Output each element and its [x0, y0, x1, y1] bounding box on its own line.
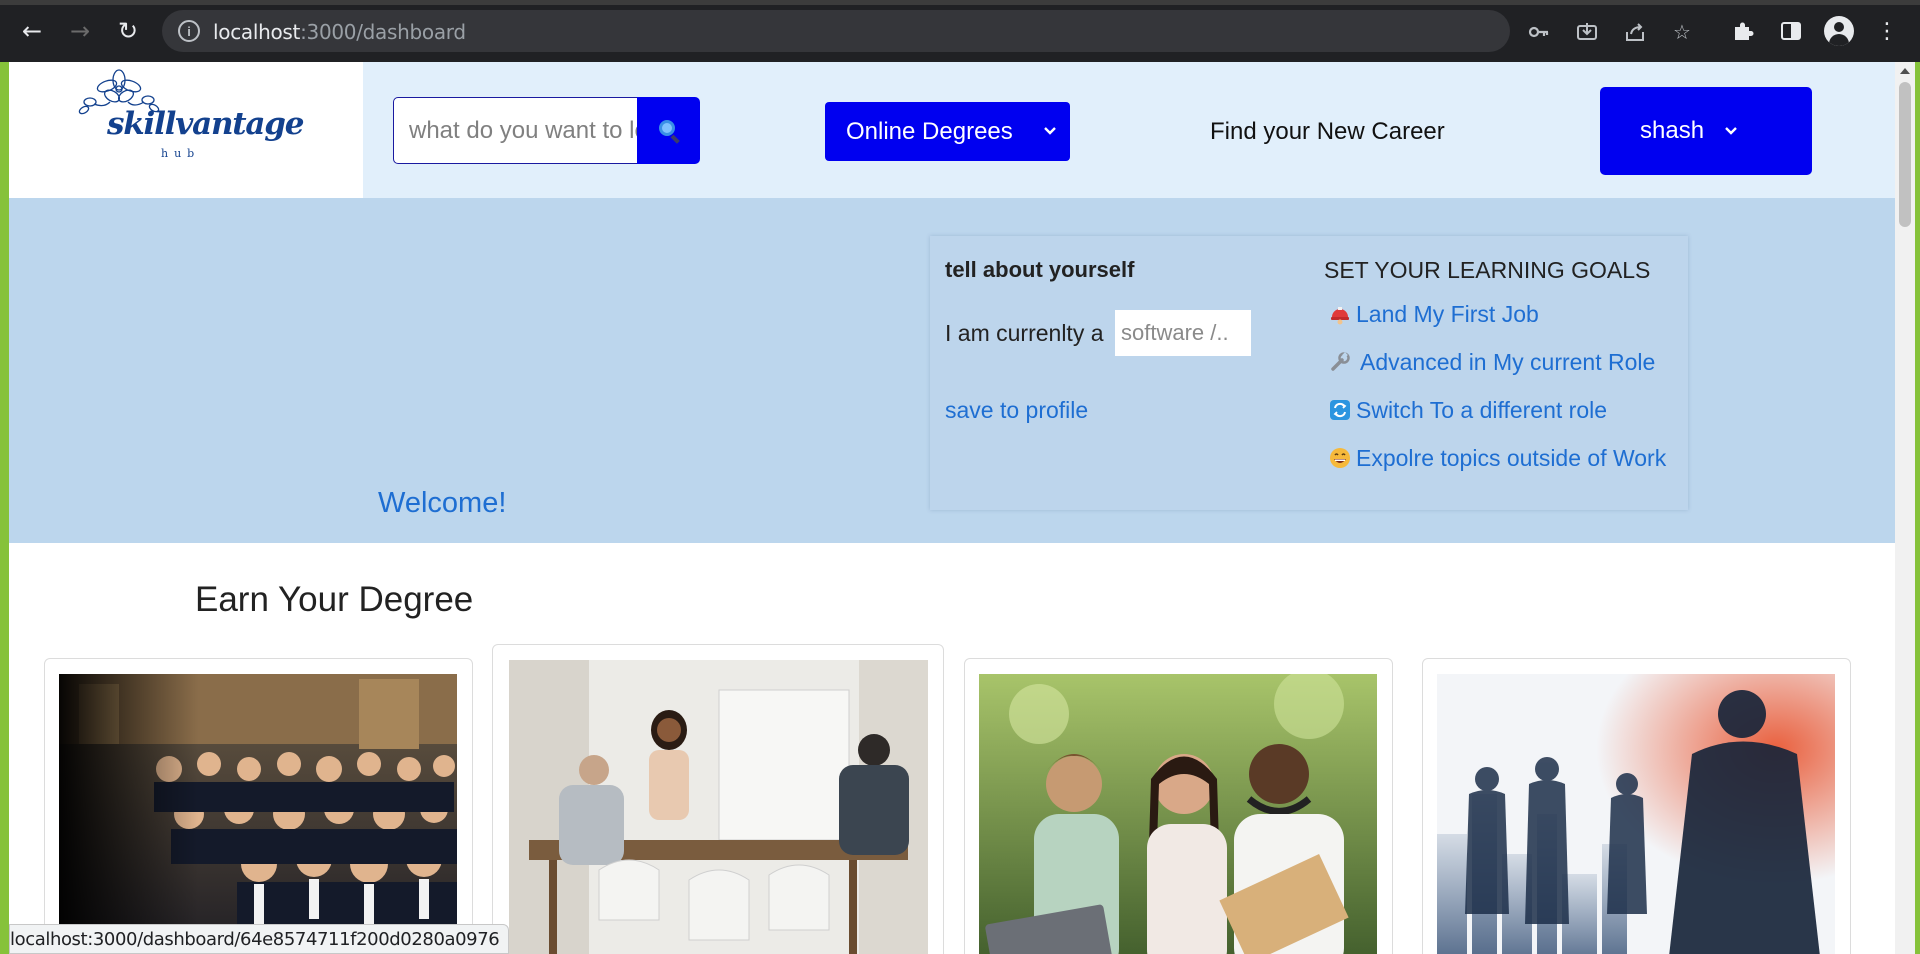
profile-avatar-icon[interactable]	[1824, 16, 1854, 46]
extensions-puzzle-icon[interactable]	[1726, 14, 1760, 48]
url-host: localhost	[213, 20, 301, 44]
page-scrollbar[interactable]	[1895, 62, 1915, 954]
wrench-icon	[1328, 350, 1352, 374]
profile-goals-card: tell about yourself I am currenlty a sav…	[930, 236, 1688, 510]
search-icon	[657, 119, 681, 144]
welcome-text: Welcome!	[378, 487, 507, 519]
side-panel-icon[interactable]	[1774, 14, 1808, 48]
find-career-link[interactable]: Find your New Career	[1210, 118, 1445, 146]
url-path: :3000/dashboard	[300, 20, 466, 44]
share-icon[interactable]	[1622, 19, 1648, 45]
key-icon[interactable]	[1526, 19, 1552, 45]
scroll-up-arrow-icon[interactable]	[1900, 68, 1910, 74]
window-top-border	[0, 0, 1920, 5]
degree-card[interactable]	[964, 658, 1393, 954]
browser-toolbar: ← → ↻ i localhost:3000/dashboard ☆ ⋮	[0, 0, 1920, 62]
business-silhouettes-image	[1437, 674, 1835, 954]
url-text[interactable]: localhost:3000/dashboard	[213, 20, 466, 44]
graduation-crowd-image	[59, 674, 457, 954]
address-bar[interactable]: i localhost:3000/dashboard ☆	[162, 10, 1691, 52]
degree-card[interactable]	[44, 658, 473, 954]
reload-icon[interactable]: ↻	[111, 14, 145, 48]
goal-label: Land My First Job	[1356, 300, 1539, 327]
online-degrees-label: Online Degrees	[846, 117, 1013, 145]
smile-icon	[1328, 446, 1352, 470]
goal-advance-current-role[interactable]: Advanced in My current Role	[1328, 347, 1655, 377]
current-role-label: I am currenlty a	[945, 320, 1104, 346]
hero-section: Welcome! tell about yourself I am curren…	[9, 198, 1895, 543]
chevron-down-icon	[1724, 124, 1742, 138]
goal-switch-role[interactable]: Switch To a different role	[1328, 395, 1607, 425]
goal-land-first-job[interactable]: Land My First Job	[1328, 299, 1539, 329]
page-viewport: skillvantage hub Online Degrees Find you…	[9, 62, 1895, 954]
search-button[interactable]	[637, 97, 700, 164]
online-degrees-dropdown[interactable]: Online Degrees	[825, 102, 1070, 161]
logo-text: skillvantage	[107, 106, 305, 142]
goal-label: Advanced in My current Role	[1360, 348, 1656, 375]
install-app-icon[interactable]	[1574, 19, 1600, 45]
forward-arrow-icon[interactable]: →	[63, 14, 97, 48]
goal-explore-topics[interactable]: Expolre topics outside of Work	[1328, 443, 1666, 473]
current-role-input[interactable]	[1115, 310, 1251, 356]
browser-menu-icon[interactable]: ⋮	[1870, 14, 1904, 48]
degree-card[interactable]	[492, 644, 944, 954]
back-arrow-icon[interactable]: ←	[15, 14, 49, 48]
save-to-profile-link[interactable]: save to profile	[945, 397, 1088, 424]
scrollbar-thumb[interactable]	[1899, 82, 1911, 227]
learning-goals-title: SET YOUR LEARNING GOALS	[1324, 257, 1651, 283]
helmet-icon	[1328, 302, 1352, 326]
degree-card[interactable]	[1422, 658, 1851, 954]
chevron-down-icon	[1040, 119, 1060, 143]
switch-arrows-icon	[1328, 398, 1352, 422]
link-status-bar: localhost:3000/dashboard/64e8574711f200d…	[9, 924, 510, 954]
earn-degree-title: Earn Your Degree	[195, 580, 474, 619]
user-name: shash	[1640, 117, 1705, 144]
goal-label: Expolre topics outside of Work	[1356, 444, 1667, 471]
bookmark-star-icon[interactable]: ☆	[1669, 19, 1695, 45]
logo[interactable]: skillvantage hub	[9, 62, 363, 198]
office-meeting-image	[509, 660, 928, 954]
user-menu-button[interactable]: shash	[1600, 87, 1812, 175]
goal-label: Switch To a different role	[1356, 396, 1608, 423]
site-info-icon[interactable]: i	[178, 20, 200, 42]
site-header: skillvantage hub Online Degrees Find you…	[9, 62, 1895, 198]
tell-about-title: tell about yourself	[945, 257, 1135, 282]
students-studying-image	[979, 674, 1377, 954]
search-input[interactable]	[393, 97, 638, 164]
logo-subtext: hub	[161, 147, 201, 160]
